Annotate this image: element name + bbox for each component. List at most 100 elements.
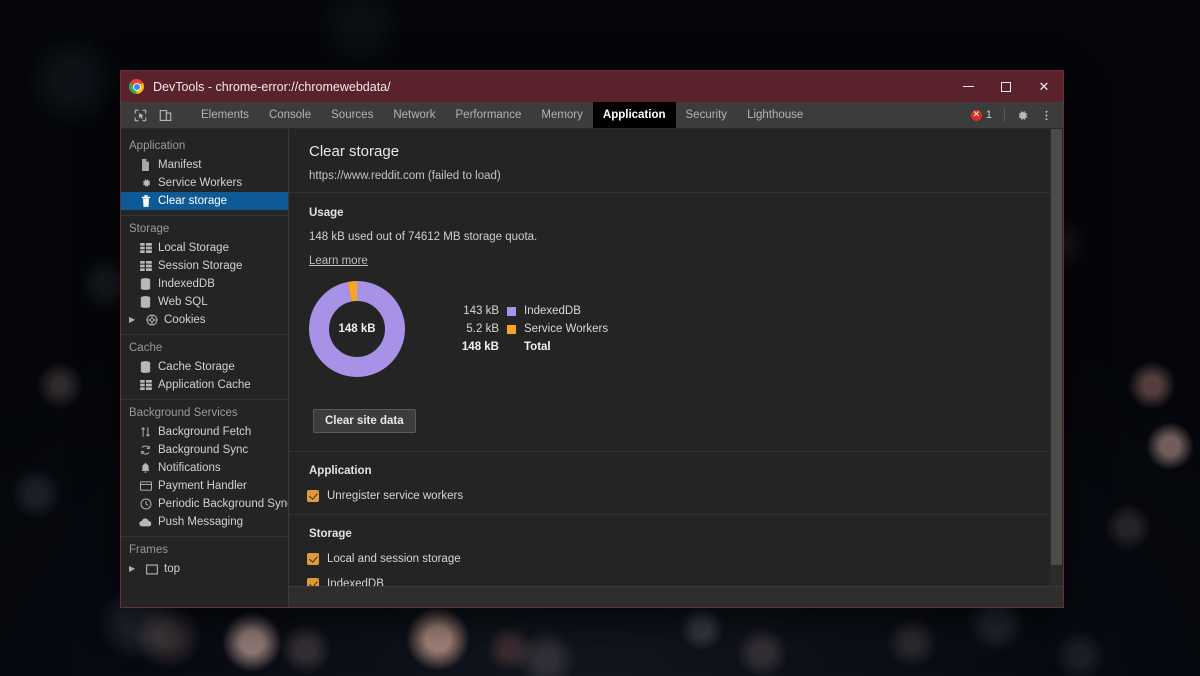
usage-chart-row: 148 kB 143 kB IndexedDB 5.2 kB <box>309 281 1050 377</box>
tab-console[interactable]: Console <box>259 102 321 128</box>
application-options-section: Application Unregister service workers <box>289 452 1050 514</box>
checkbox-icon[interactable] <box>307 553 319 565</box>
cookie-icon <box>145 314 158 327</box>
error-count-badge[interactable]: ✕ 1 <box>965 109 998 121</box>
bell-icon <box>139 462 152 475</box>
legend-label: IndexedDB <box>524 305 581 317</box>
tab-network[interactable]: Network <box>383 102 445 128</box>
window-title: DevTools - chrome-error://chromewebdata/ <box>153 80 391 94</box>
sidebar-item-application-cache[interactable]: Application Cache <box>121 376 288 394</box>
tab-lighthouse[interactable]: Lighthouse <box>737 102 813 128</box>
table-icon <box>139 242 152 255</box>
sidebar-group-cache: Cache <box>121 337 288 358</box>
maximize-icon <box>1001 82 1011 92</box>
table-icon <box>139 260 152 273</box>
sidebar-item-notifications[interactable]: Notifications <box>121 459 288 477</box>
sidebar-group-application: Application <box>121 135 288 156</box>
device-toolbar-icon[interactable] <box>154 104 176 126</box>
window-titlebar: DevTools - chrome-error://chromewebdata/… <box>121 71 1063 102</box>
tabbar-right-icons: ✕ 1 <box>965 102 1063 128</box>
checkbox-icon[interactable] <box>307 490 319 502</box>
sidebar-label: Payment Handler <box>158 480 247 492</box>
frame-icon <box>145 563 158 576</box>
sidebar-label: Web SQL <box>158 296 208 308</box>
page-title: Clear storage <box>309 143 1050 160</box>
close-button[interactable]: ✕ <box>1025 71 1063 102</box>
application-sidebar[interactable]: Application Manifest Service Workers Cle… <box>121 129 289 607</box>
legend-value: 143 kB <box>459 305 507 317</box>
learn-more-link[interactable]: Learn more <box>309 255 368 267</box>
checkbox-local-and-session-storage[interactable]: Local and session storage <box>307 553 1050 565</box>
usage-heading: Usage <box>309 207 1050 219</box>
sidebar-item-cookies[interactable]: ▶ Cookies <box>121 311 288 329</box>
sidebar-label: Periodic Background Sync <box>158 498 289 510</box>
database-icon <box>139 361 152 374</box>
scrollbar-thumb[interactable] <box>1051 129 1062 565</box>
application-heading: Application <box>307 465 1050 477</box>
sidebar-item-session-storage[interactable]: Session Storage <box>121 257 288 275</box>
checkbox-indexeddb[interactable]: IndexedDB <box>307 578 1050 586</box>
sidebar-item-background-fetch[interactable]: Background Fetch <box>121 423 288 441</box>
maximize-button[interactable] <box>987 71 1025 102</box>
tab-memory[interactable]: Memory <box>531 102 593 128</box>
sidebar-label: Cache Storage <box>158 361 235 373</box>
legend-label: Service Workers <box>524 323 608 335</box>
clear-storage-content: Clear storage https://www.reddit.com (fa… <box>289 129 1063 586</box>
sidebar-label: Local Storage <box>158 242 229 254</box>
legend-value: 5.2 kB <box>459 323 507 335</box>
minimize-icon <box>963 86 974 87</box>
refresh-icon <box>139 444 152 457</box>
tab-performance[interactable]: Performance <box>446 102 532 128</box>
tab-application[interactable]: Application <box>593 102 676 128</box>
sidebar-item-web-sql[interactable]: Web SQL <box>121 293 288 311</box>
usage-donut-chart[interactable]: 148 kB <box>309 281 405 377</box>
sidebar-item-service-workers[interactable]: Service Workers <box>121 174 288 192</box>
inspect-element-icon[interactable] <box>129 104 151 126</box>
clear-site-data-button[interactable]: Clear site data <box>313 409 416 433</box>
sidebar-item-push-messaging[interactable]: Push Messaging <box>121 513 288 531</box>
chevron-right-icon[interactable]: ▶ <box>129 316 139 324</box>
sidebar-item-periodic-background-sync[interactable]: Periodic Background Sync <box>121 495 288 513</box>
devtools-window: DevTools - chrome-error://chromewebdata/… <box>120 70 1064 608</box>
storage-options-section: Storage Local and session storage Indexe… <box>289 515 1050 586</box>
sidebar-item-background-sync[interactable]: Background Sync <box>121 441 288 459</box>
tab-security[interactable]: Security <box>676 102 738 128</box>
sidebar-item-payment-handler[interactable]: Payment Handler <box>121 477 288 495</box>
legend-row-total: 148 kB Total <box>459 338 608 356</box>
database-icon <box>139 296 152 309</box>
donut-slice-indexeddb <box>319 291 395 367</box>
usage-section: Usage 148 kB used out of 74612 MB storag… <box>289 193 1050 393</box>
sidebar-item-clear-storage[interactable]: Clear storage <box>121 192 288 210</box>
sidebar-group-background-services: Background Services <box>121 402 288 423</box>
tab-elements[interactable]: Elements <box>191 102 259 128</box>
table-icon <box>139 379 152 392</box>
panel-header: Clear storage https://www.reddit.com (fa… <box>289 129 1050 192</box>
tab-sources[interactable]: Sources <box>321 102 383 128</box>
kebab-menu-icon[interactable] <box>1035 104 1057 126</box>
clock-icon <box>139 498 152 511</box>
usage-summary: 148 kB used out of 74612 MB storage quot… <box>309 231 1050 243</box>
vertical-scrollbar[interactable] <box>1050 129 1063 586</box>
sidebar-item-manifest[interactable]: Manifest <box>121 156 288 174</box>
clear-button-row: Clear site data <box>289 393 1050 451</box>
checkbox-icon[interactable] <box>307 578 319 586</box>
chevron-right-icon[interactable]: ▶ <box>129 565 139 573</box>
sidebar-item-cache-storage[interactable]: Cache Storage <box>121 358 288 376</box>
sidebar-label: Manifest <box>158 159 201 171</box>
sidebar-item-top-frame[interactable]: ▶ top <box>121 560 288 578</box>
credit-card-icon <box>139 480 152 493</box>
devtools-tabbar: Elements Console Sources Network Perform… <box>121 102 1063 129</box>
sidebar-item-indexeddb[interactable]: IndexedDB <box>121 275 288 293</box>
error-icon: ✕ <box>971 110 982 121</box>
legend-row-service-workers: 5.2 kB Service Workers <box>459 320 608 338</box>
minimize-button[interactable] <box>949 71 987 102</box>
sidebar-group-storage: Storage <box>121 218 288 239</box>
legend-total-value: 148 kB <box>459 341 507 353</box>
checkbox-label: IndexedDB <box>327 578 384 586</box>
gear-icon[interactable] <box>1011 104 1033 126</box>
sidebar-divider <box>121 334 288 335</box>
sidebar-item-local-storage[interactable]: Local Storage <box>121 239 288 257</box>
checkbox-unregister-service-workers[interactable]: Unregister service workers <box>307 490 1050 502</box>
legend-swatch-placeholder <box>507 343 516 352</box>
trash-icon <box>139 195 152 208</box>
